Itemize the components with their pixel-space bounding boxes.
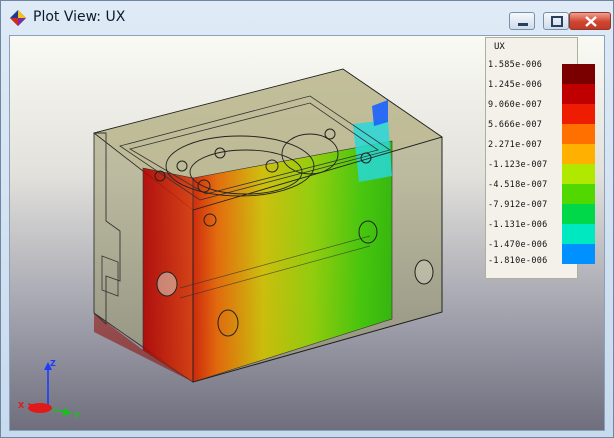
legend-value: 2.271e-007 — [488, 140, 544, 150]
legend-swatch — [562, 64, 595, 84]
legend-value: 5.666e-007 — [488, 120, 544, 130]
legend-swatch — [562, 244, 595, 264]
axis-x-label: X — [18, 401, 25, 410]
legend-value: 9.060e-007 — [488, 100, 544, 110]
legend-value: -1.131e-006 — [488, 220, 549, 230]
minimize-button[interactable] — [509, 12, 535, 30]
legend-value: -4.518e-007 — [488, 180, 549, 190]
window-title: Plot View: UX — [33, 9, 126, 25]
title-bar[interactable]: Plot View: UX — [1, 1, 613, 33]
legend-swatch — [562, 144, 595, 164]
legend-swatch — [562, 164, 595, 184]
legend-swatch — [562, 84, 595, 104]
app-logo-icon — [10, 10, 26, 26]
legend-value: -1.470e-006 — [488, 240, 549, 250]
legend-swatch — [562, 124, 595, 144]
legend-value: 1.245e-006 — [488, 80, 544, 90]
axis-z-label: Z — [50, 359, 56, 368]
plot-view-window: Plot View: UX UX 1.585e-006 1.245e-006 9… — [0, 0, 614, 438]
restore-button[interactable] — [543, 12, 569, 30]
restore-icon — [551, 16, 563, 27]
legend-value: -1.123e-007 — [488, 160, 549, 170]
close-icon — [585, 16, 597, 27]
ux-legend: UX 1.585e-006 1.245e-006 9.060e-007 5.66… — [485, 37, 595, 279]
legend-swatch — [562, 104, 595, 124]
legend-swatch — [562, 204, 595, 224]
legend-swatch — [562, 224, 595, 244]
close-button[interactable] — [569, 12, 611, 30]
legend-swatch — [562, 184, 595, 204]
axis-y-label: Y — [73, 411, 80, 420]
minimize-icon — [518, 23, 528, 26]
legend-title: UX — [494, 42, 505, 52]
legend-value: -1.810e-006 — [488, 256, 549, 266]
plot-viewport[interactable]: UX 1.585e-006 1.245e-006 9.060e-007 5.66… — [9, 35, 605, 431]
legend-value: -7.912e-007 — [488, 200, 549, 210]
legend-value: 1.585e-006 — [488, 60, 544, 70]
axis-triad: Z X Y — [18, 359, 80, 420]
